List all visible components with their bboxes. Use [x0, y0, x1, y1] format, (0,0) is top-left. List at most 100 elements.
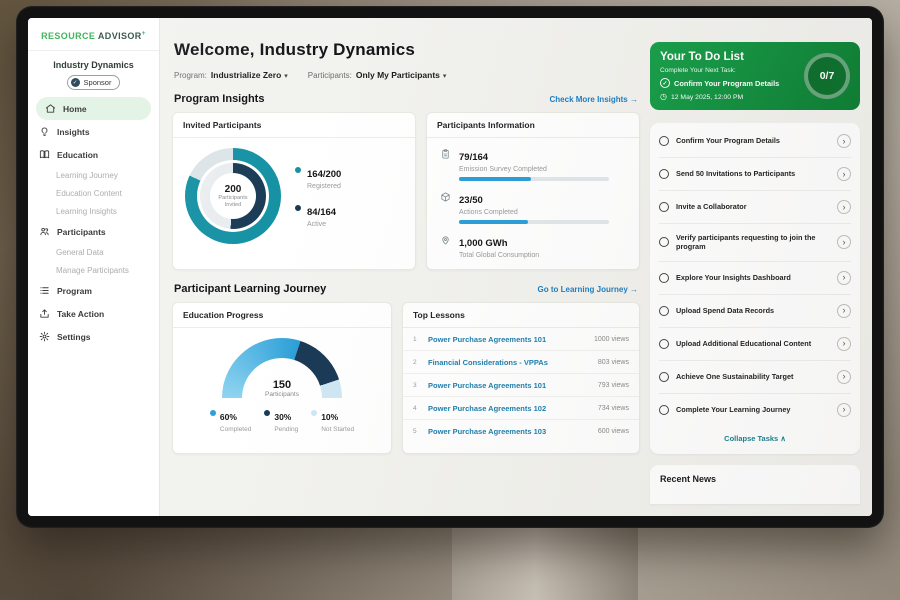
task-checkbox[interactable]: [659, 405, 669, 415]
main-panel: Welcome, Industry Dynamics Program:Indus…: [160, 18, 650, 516]
invited-legend: 164/200 Registered 84/164 Active: [295, 164, 341, 228]
task-row[interactable]: Upload Spend Data Records ›: [659, 295, 851, 328]
sidebar-item-manage-participants[interactable]: Manage Participants: [28, 261, 159, 279]
lesson-link[interactable]: Power Purchase Agreements 103: [428, 427, 591, 436]
lesson-row[interactable]: 3 Power Purchase Agreements 101 793 view…: [403, 374, 639, 397]
lesson-row[interactable]: 1 Power Purchase Agreements 101 1000 vie…: [403, 328, 639, 351]
gauge-center: 150 Participants: [222, 379, 342, 398]
participants-filter[interactable]: Participants:Only My Participants▾: [308, 70, 447, 80]
filters-row: Program:Industrialize Zero▾ Participants…: [174, 70, 640, 80]
lesson-link[interactable]: Power Purchase Agreements 102: [428, 404, 591, 413]
invited-donut-outer: 200 Participants Invited: [185, 148, 281, 244]
task-row[interactable]: Verify participants requesting to join t…: [659, 224, 851, 262]
task-checkbox[interactable]: [659, 339, 669, 349]
program-insights-header: Program Insights Check More Insights →: [172, 93, 640, 105]
arrow-right-icon: →: [630, 285, 638, 294]
chevron-right-icon[interactable]: ›: [837, 134, 851, 148]
sponsor-icon: ✓: [71, 78, 80, 87]
participants-information-card: Participants Information 79/164 Emission…: [426, 112, 640, 270]
sidebar-item-home[interactable]: Home: [36, 97, 151, 120]
program-filter-value: Industrialize Zero: [211, 70, 281, 80]
sponsor-label: Sponsor: [84, 78, 112, 87]
lesson-link[interactable]: Power Purchase Agreements 101: [428, 335, 587, 344]
todo-summary-card: Your To Do List Complete Your Next Task:…: [650, 42, 860, 110]
monitor-bezel: RESOURCE ADVISOR+ Industry Dynamics ✓ Sp…: [16, 6, 884, 528]
legend-pending: 30% Pending: [264, 407, 298, 433]
chevron-right-icon[interactable]: ›: [837, 271, 851, 285]
page-title: Welcome, Industry Dynamics: [174, 40, 640, 60]
donut-ring-gap: 200 Participants Invited: [197, 160, 269, 232]
sidebar-item-insights[interactable]: Insights: [28, 120, 159, 143]
todo-tasks-card: Confirm Your Program Details › Send 50 I…: [650, 123, 860, 454]
task-checkbox[interactable]: [659, 136, 669, 146]
chevron-right-icon[interactable]: ›: [837, 304, 851, 318]
sponsor-badge: ✓ Sponsor: [67, 75, 121, 90]
legend-dot: [295, 167, 301, 173]
task-row[interactable]: Send 50 Invitations to Participants ›: [659, 158, 851, 191]
settings-icon: [38, 331, 50, 343]
lesson-row[interactable]: 5 Power Purchase Agreements 103 600 view…: [403, 420, 639, 442]
go-to-learning-journey-link[interactable]: Go to Learning Journey →: [538, 285, 638, 294]
actions-progress-fill: [459, 220, 528, 224]
sidebar-item-program[interactable]: Program: [28, 279, 159, 302]
collapse-tasks-link[interactable]: Collapse Tasks ∧: [659, 426, 851, 452]
legend-dot: [311, 410, 317, 416]
program-icon: [38, 285, 50, 297]
participants-filter-label: Participants:: [308, 71, 352, 80]
photo-background: RESOURCE ADVISOR+ Industry Dynamics ✓ Sp…: [0, 0, 900, 600]
lesson-row[interactable]: 2 Financial Considerations - VPPAs 803 v…: [403, 351, 639, 374]
chevron-down-icon: ▾: [284, 73, 288, 80]
org-name: Industry Dynamics: [28, 60, 159, 70]
arrow-right-icon: →: [630, 95, 638, 104]
lesson-link[interactable]: Financial Considerations - VPPAs: [428, 358, 591, 367]
sidebar: RESOURCE ADVISOR+ Industry Dynamics ✓ Sp…: [28, 18, 160, 516]
sidebar-item-participants[interactable]: Participants: [28, 220, 159, 243]
chevron-right-icon[interactable]: ›: [837, 337, 851, 351]
clock-icon: ◷: [660, 93, 667, 101]
task-row[interactable]: Complete Your Learning Journey ›: [659, 394, 851, 426]
recent-news-header: Recent News: [650, 465, 860, 504]
sidebar-item-education[interactable]: Education: [28, 143, 159, 166]
task-row[interactable]: Invite a Collaborator ›: [659, 191, 851, 224]
task-row[interactable]: Explore Your Insights Dashboard ›: [659, 262, 851, 295]
lesson-row[interactable]: 4 Power Purchase Agreements 102 734 view…: [403, 397, 639, 420]
chevron-right-icon[interactable]: ›: [837, 370, 851, 384]
sidebar-item-settings[interactable]: Settings: [28, 325, 159, 348]
check-more-insights-link[interactable]: Check More Insights →: [550, 95, 638, 104]
task-checkbox[interactable]: [659, 372, 669, 382]
survey-icon: [439, 147, 451, 181]
brand-plus: +: [142, 30, 146, 37]
sidebar-item-general-data[interactable]: General Data: [28, 243, 159, 261]
sidebar-item-education-content[interactable]: Education Content: [28, 184, 159, 202]
participants-filter-value: Only My Participants: [356, 70, 440, 80]
task-checkbox[interactable]: [659, 169, 669, 179]
chevron-right-icon[interactable]: ›: [837, 167, 851, 181]
program-filter[interactable]: Program:Industrialize Zero▾: [174, 70, 288, 80]
todo-next-task[interactable]: ✓ Confirm Your Program Details: [660, 78, 796, 88]
insights-cards-row: Invited Participants 200 Participants In…: [172, 112, 640, 270]
sidebar-item-learning-insights[interactable]: Learning Insights: [28, 202, 159, 220]
education-gauge: 150 Participants: [222, 338, 342, 398]
task-checkbox[interactable]: [659, 273, 669, 283]
lesson-link[interactable]: Power Purchase Agreements 101: [428, 381, 591, 390]
task-row[interactable]: Achieve One Sustainability Target ›: [659, 361, 851, 394]
todo-title: Your To Do List: [660, 51, 796, 63]
task-checkbox[interactable]: [659, 237, 669, 247]
task-row[interactable]: Confirm Your Program Details ›: [659, 125, 851, 158]
location-icon: [439, 233, 451, 259]
task-checkbox[interactable]: [659, 306, 669, 316]
participants-icon: [38, 226, 50, 238]
stat-actions-completed: 23/50 Actions Completed: [439, 190, 627, 224]
chevron-right-icon[interactable]: ›: [837, 403, 851, 417]
sidebar-item-take-action[interactable]: Take Action: [28, 302, 159, 325]
todo-progress-ring: 0/7: [804, 53, 850, 99]
task-row[interactable]: Upload Additional Educational Content ›: [659, 328, 851, 361]
sidebar-item-learning-journey[interactable]: Learning Journey: [28, 166, 159, 184]
collapse-caret-icon: ∧: [780, 434, 786, 443]
donut-center: 200 Participants Invited: [210, 173, 256, 219]
legend-dot: [210, 410, 216, 416]
task-checkbox[interactable]: [659, 202, 669, 212]
chevron-right-icon[interactable]: ›: [837, 200, 851, 214]
chevron-right-icon[interactable]: ›: [837, 235, 851, 249]
todo-subtitle: Complete Your Next Task:: [660, 67, 796, 74]
